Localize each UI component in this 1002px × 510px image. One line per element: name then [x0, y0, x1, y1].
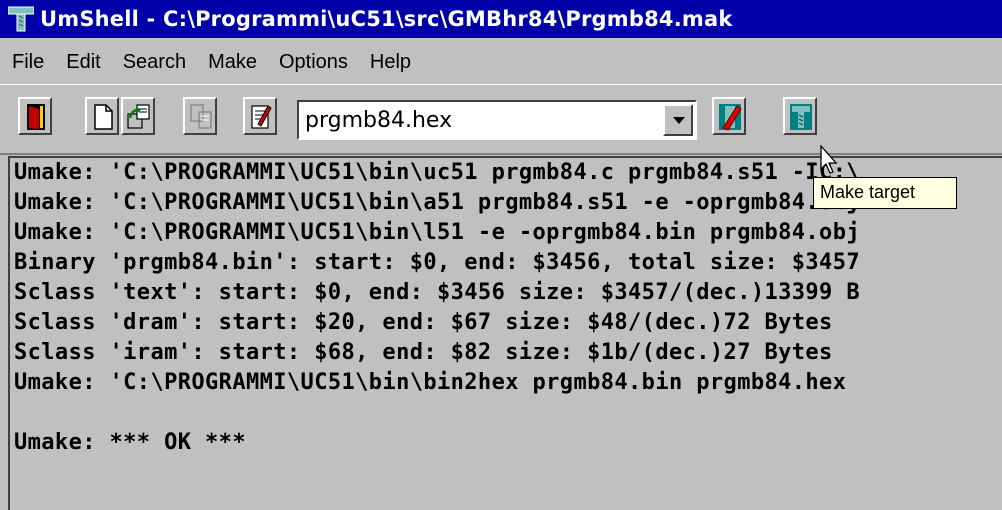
new-document-icon — [94, 104, 113, 130]
copy-disabled-icon — [190, 104, 212, 129]
exit-button[interactable] — [18, 97, 52, 135]
mouse-cursor-icon — [820, 145, 838, 174]
menu-options[interactable]: Options — [269, 51, 358, 74]
menu-edit[interactable]: Edit — [56, 51, 110, 74]
exit-door-icon — [27, 104, 45, 130]
menu-make-label: Make — [208, 50, 257, 73]
menu-search-label: Search — [122, 50, 187, 73]
menu-help[interactable]: Help — [360, 51, 421, 74]
output-line: Umake: 'C:\PROGRAMMI\UC51\bin\a51 prgmb8… — [14, 190, 860, 215]
output-line: Umake: 'C:\PROGRAMMI\UC51\bin\bin2hex pr… — [14, 370, 847, 395]
menu-bar: File Edit Search Make Options Help — [0, 44, 1002, 80]
make-target-tooltip: Make target — [813, 177, 957, 209]
make-target-button[interactable] — [783, 97, 817, 135]
new-file-button[interactable] — [85, 97, 119, 135]
menu-search[interactable]: Search — [113, 51, 196, 74]
chevron-down-icon[interactable] — [663, 104, 693, 136]
output-line: Umake: *** OK *** — [14, 430, 246, 455]
output-line: Umake: 'C:\PROGRAMMI\UC51\bin\l51 -e -op… — [14, 220, 860, 245]
copy-button[interactable] — [183, 97, 217, 135]
output-line: Sclass 'text': start: $0, end: $3456 siz… — [14, 280, 860, 305]
output-line: Binary 'prgmb84.bin': start: $0, end: $3… — [14, 250, 860, 275]
edit-pencil-icon — [251, 105, 272, 129]
output-line: Sclass 'iram': start: $68, end: $82 size… — [14, 340, 833, 365]
menu-options-label: Options — [278, 50, 348, 73]
menu-edit-label: Edit — [66, 50, 101, 73]
menu-make[interactable]: Make — [198, 51, 267, 74]
menu-help-label: Help — [369, 50, 412, 73]
make-all-button[interactable] — [712, 97, 746, 135]
output-line: Umake: 'C:\PROGRAMMI\UC51\bin\uc51 prgmb… — [14, 160, 860, 185]
open-project-button[interactable] — [121, 97, 155, 135]
app-icon[interactable] — [7, 5, 35, 33]
target-select[interactable]: prgmb84.hex — [297, 100, 697, 140]
title-bar[interactable]: UmShell - C:\Programmi\uC51\src\GMBhr84\… — [0, 0, 1002, 38]
open-project-icon — [127, 104, 150, 129]
build-all-icon — [719, 104, 742, 131]
output-line: Sclass 'dram': start: $20, end: $67 size… — [14, 310, 833, 335]
target-select-value: prgmb84.hex — [305, 108, 453, 133]
edit-button[interactable] — [243, 97, 277, 135]
build-output-pane[interactable]: Umake: 'C:\PROGRAMMI\UC51\bin\uc51 prgmb… — [8, 156, 1002, 510]
menu-file[interactable]: File — [2, 51, 54, 74]
make-target-icon — [790, 104, 812, 130]
menu-file-label: File — [12, 50, 45, 73]
window-title: UmShell - C:\Programmi\uC51\src\GMBhr84\… — [40, 7, 733, 31]
